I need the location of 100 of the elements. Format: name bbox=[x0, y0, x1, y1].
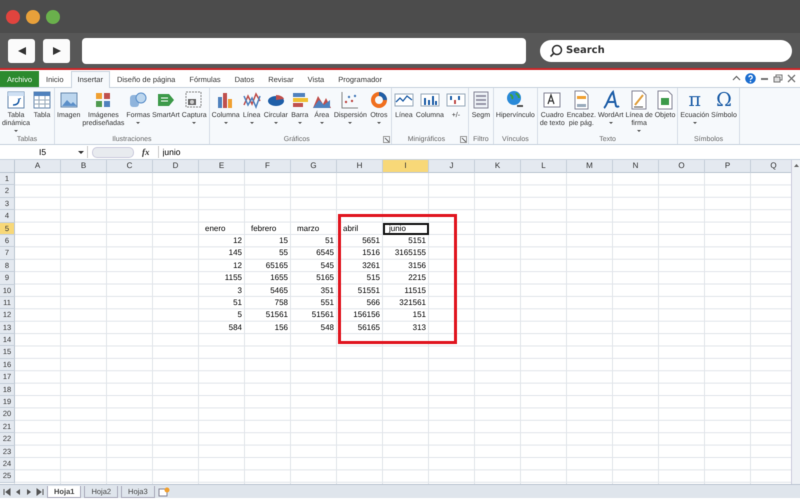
search-field[interactable]: Search bbox=[540, 40, 792, 62]
table-cell[interactable]: 1516 bbox=[337, 247, 383, 260]
column-header[interactable]: I bbox=[383, 160, 429, 173]
column-header[interactable]: F bbox=[245, 160, 291, 173]
column-header[interactable]: Q bbox=[751, 160, 792, 173]
insert-sheet-icon[interactable] bbox=[158, 486, 170, 496]
table-cell[interactable]: 151 bbox=[383, 309, 429, 322]
up-arrow-icon bbox=[792, 162, 800, 168]
column-header[interactable]: L bbox=[521, 160, 567, 173]
table-cell[interactable]: 551 bbox=[291, 296, 337, 310]
table-cell[interactable]: enero bbox=[199, 222, 245, 235]
table-cell[interactable]: 548 bbox=[291, 322, 337, 334]
column-header[interactable]: E bbox=[199, 160, 245, 173]
table-cell[interactable]: 12 bbox=[199, 260, 245, 272]
column-header[interactable]: M bbox=[567, 160, 613, 173]
previous-sheet-icon[interactable] bbox=[14, 488, 22, 496]
column-header[interactable]: B bbox=[61, 160, 107, 173]
back-button[interactable] bbox=[8, 38, 35, 62]
table-cell[interactable]: 156 bbox=[245, 322, 291, 334]
caret-icon bbox=[78, 150, 84, 154]
table-cell[interactable]: 51561 bbox=[291, 309, 337, 322]
table-cell[interactable]: 351 bbox=[291, 284, 337, 297]
column-header[interactable]: O bbox=[659, 160, 705, 173]
caret-up-icon bbox=[732, 74, 741, 83]
caret-icon bbox=[224, 122, 228, 124]
left-triangle-icon bbox=[16, 46, 26, 56]
table-cell[interactable]: 51551 bbox=[337, 284, 383, 297]
table-cell[interactable]: 584 bbox=[199, 322, 245, 334]
table-cell[interactable]: 6545 bbox=[291, 247, 337, 260]
column-header[interactable]: G bbox=[291, 160, 337, 173]
close-icon[interactable] bbox=[6, 10, 20, 24]
picture-icon bbox=[58, 90, 79, 110]
table-cell[interactable]: 51561 bbox=[245, 309, 291, 322]
table-cell[interactable]: 12 bbox=[199, 234, 245, 248]
table-cell[interactable]: 1155 bbox=[199, 272, 245, 285]
table-cell[interactable]: 5651 bbox=[337, 234, 383, 248]
table-cell[interactable]: 3261 bbox=[337, 260, 383, 272]
symbol-icon: Ω bbox=[716, 90, 732, 110]
table-cell[interactable]: abril bbox=[337, 222, 383, 235]
wordart-icon bbox=[600, 90, 621, 110]
minimize-icon[interactable] bbox=[26, 10, 40, 24]
close-icon bbox=[787, 74, 796, 83]
table-cell[interactable]: 545 bbox=[291, 260, 337, 272]
caret-icon bbox=[376, 122, 381, 124]
forward-button[interactable] bbox=[43, 38, 70, 62]
last-sheet-icon[interactable] bbox=[36, 488, 44, 496]
help-icon bbox=[745, 73, 756, 84]
column-header[interactable]: C bbox=[107, 160, 153, 173]
address-field[interactable] bbox=[82, 38, 526, 64]
table-cell[interactable]: 51 bbox=[199, 296, 245, 310]
dialog-launcher-icon bbox=[382, 136, 390, 142]
cell-reference: I5 bbox=[39, 147, 46, 157]
right-triangle-icon bbox=[52, 46, 62, 56]
table-cell[interactable]: 566 bbox=[337, 296, 383, 310]
next-sheet-icon[interactable] bbox=[25, 488, 33, 496]
column-header[interactable]: K bbox=[475, 160, 521, 173]
scatter-chart-icon bbox=[340, 90, 360, 110]
table-cell[interactable]: 11515 bbox=[383, 284, 429, 297]
caret-icon bbox=[348, 122, 352, 124]
table-cell[interactable]: 758 bbox=[245, 296, 291, 310]
globe-icon bbox=[505, 90, 526, 110]
caret-icon bbox=[274, 122, 278, 124]
vertical-scrollbar[interactable] bbox=[791, 160, 800, 484]
column-header[interactable]: P bbox=[705, 160, 751, 173]
column-header[interactable]: J bbox=[429, 160, 475, 173]
table-cell[interactable]: 515 bbox=[337, 272, 383, 285]
name-box[interactable]: I5 bbox=[0, 146, 88, 158]
table-cell[interactable]: 1655 bbox=[245, 272, 291, 285]
table-cell[interactable]: 3 bbox=[199, 284, 245, 297]
table-cell[interactable]: 15 bbox=[245, 234, 291, 248]
zoom-icon[interactable] bbox=[46, 10, 60, 24]
caret-icon bbox=[298, 122, 302, 124]
first-sheet-icon[interactable] bbox=[3, 488, 11, 496]
table-cell[interactable]: 55 bbox=[245, 247, 291, 260]
table-cell[interactable]: junio bbox=[383, 222, 429, 235]
dialog-launcher-icon bbox=[460, 136, 467, 142]
column-header[interactable]: H bbox=[337, 160, 383, 173]
shapes-icon bbox=[128, 90, 148, 110]
table-cell[interactable]: 321561 bbox=[383, 296, 429, 310]
table-cell[interactable]: febrero bbox=[245, 222, 291, 235]
table-cell[interactable]: 156156 bbox=[337, 309, 383, 322]
table-cell[interactable]: 145 bbox=[199, 247, 245, 260]
table-cell[interactable]: 5165 bbox=[291, 272, 337, 285]
table-cell[interactable]: 65165 bbox=[245, 260, 291, 272]
table-cell[interactable]: 2215 bbox=[383, 272, 429, 285]
table-cell[interactable]: marzo bbox=[291, 222, 337, 235]
table-cell[interactable]: 313 bbox=[383, 322, 429, 334]
insert-function-button[interactable]: fx bbox=[138, 147, 154, 157]
column-header[interactable]: N bbox=[613, 160, 659, 173]
table-cell[interactable]: 3156 bbox=[383, 260, 429, 272]
table-cell[interactable]: 5151 bbox=[383, 234, 429, 248]
caret-icon bbox=[250, 122, 254, 124]
symbol-icon: π bbox=[688, 90, 701, 110]
table-cell[interactable]: 56165 bbox=[337, 322, 383, 334]
table-cell[interactable]: 5465 bbox=[245, 284, 291, 297]
table-cell[interactable]: 3165155 bbox=[383, 247, 429, 260]
column-header[interactable]: D bbox=[153, 160, 199, 173]
table-cell[interactable]: 51 bbox=[291, 234, 337, 248]
table-cell[interactable]: 5 bbox=[199, 309, 245, 322]
column-header[interactable]: A bbox=[15, 160, 61, 173]
